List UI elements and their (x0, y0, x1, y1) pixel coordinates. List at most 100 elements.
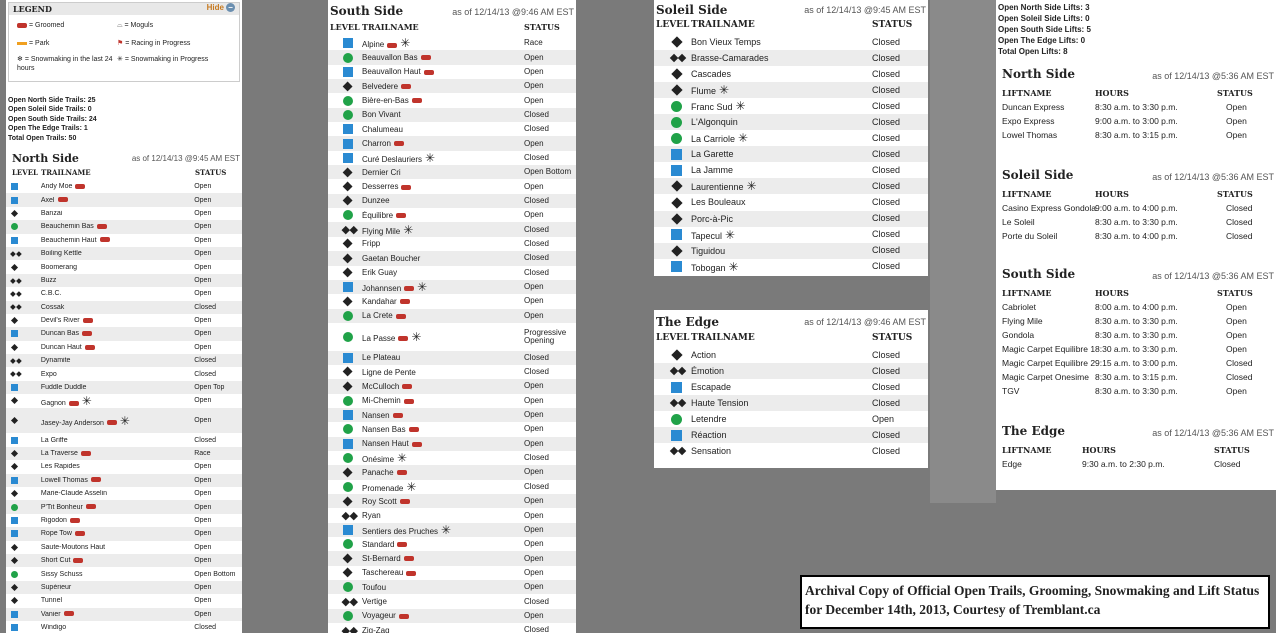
trail-row: Axel Open (6, 193, 242, 207)
trail-status: Open (524, 553, 544, 563)
lift-hours: 8:30 a.m. to 3:15 p.m. (1095, 130, 1178, 140)
trail-name: Desserres (362, 182, 524, 191)
trail-name: Sissy Schuss (40, 570, 83, 578)
level-cell (6, 330, 41, 338)
black-diamond-icon (342, 181, 354, 192)
green-circle-icon (343, 310, 353, 321)
level-cell (6, 416, 41, 425)
lift-name: Edge (1002, 459, 1022, 469)
level-cell (654, 68, 691, 80)
level-cell (328, 267, 362, 278)
trail-row: L'Algonquin Closed (654, 114, 928, 131)
trail-row: Escapade Closed (654, 379, 928, 395)
trail-name: Tiguidou (691, 245, 726, 256)
trail-name: Letendre (691, 414, 727, 424)
snowmaking-icon: ✳ (403, 223, 414, 236)
level-cell (6, 236, 41, 244)
trail-status: Open (194, 236, 212, 244)
black-diamond-icon (670, 212, 683, 225)
lift-header: LIFTNAME HOURS STATUS (1002, 445, 1250, 455)
black-diamond-icon (10, 317, 19, 325)
trail-row: Flume ✳ Closed (654, 82, 928, 99)
lift-hours: 8:30 a.m. to 3:30 p.m. (1095, 102, 1178, 112)
trail-status: Closed (872, 261, 901, 272)
level-cell (328, 52, 362, 63)
level-cell (6, 317, 41, 325)
groomed-icon (96, 224, 107, 230)
trail-name: Sensation (691, 446, 732, 456)
level-cell (328, 539, 362, 550)
trail-status: Open (194, 223, 212, 231)
snowmaking-icon: ✳ (117, 56, 123, 63)
trail-name: Le Plateau (362, 353, 401, 363)
snowmaking-icon: ✳ (735, 100, 746, 113)
legend-racing: ⚑ = Racing in Progress (117, 40, 191, 47)
trail-name: Vertige (362, 597, 387, 607)
lift-status: Open (1226, 302, 1247, 312)
trail-name: St-Bernard (362, 554, 524, 563)
black-diamond-icon (342, 366, 354, 378)
level-cell (6, 183, 41, 191)
trail-row: Lowell Thomas Open (6, 473, 242, 487)
lift-section-title: Soleil Side (1002, 168, 1074, 182)
trail-status: Closed (872, 349, 901, 360)
groomed-icon (68, 400, 79, 406)
trail-status: Closed (194, 303, 217, 311)
trail-name: Cascades (691, 69, 732, 80)
snowmaking-icon: ✳ (81, 394, 92, 407)
trail-name: Duncan Haut (41, 344, 194, 351)
trail-status: Open (524, 510, 544, 520)
snowmaking-icon: ✳ (441, 523, 452, 536)
trail-name: Action (691, 350, 717, 360)
trail-name: Belvedere (362, 82, 524, 91)
trail-name: Brasse-Camarades (691, 53, 769, 64)
trail-row: Nansen Open (328, 407, 576, 423)
trail-status: Open (194, 516, 212, 524)
lift-hours: 8:30 a.m. to 3:30 p.m. (1095, 330, 1178, 340)
trail-status: Open (524, 181, 544, 191)
trail-row: Devil's River Open (6, 314, 242, 327)
hide-legend-button[interactable]: Hide − (207, 3, 235, 12)
trail-name: Nansen (362, 411, 524, 420)
trail-name: Beauchemin Bas (41, 223, 194, 230)
south-side-asof: as of 12/14/13 @9:46 AM EST (452, 7, 574, 17)
trail-name: Gaetan Boucher (362, 253, 421, 263)
trail-row: Ryan Open (328, 508, 576, 522)
black-diamond-icon (342, 253, 354, 264)
trail-status: Open (524, 395, 544, 405)
blue-square-icon (343, 352, 353, 363)
trail-row: Dernier Cri Open Bottom (328, 165, 576, 180)
double-black-diamond-icon (10, 371, 22, 377)
trail-name: Marie-Claude Asselin (40, 490, 108, 498)
trail-status: Closed (524, 481, 549, 491)
trail-row: Sensation Closed (654, 443, 928, 459)
trail-row: Les Rapides Open (6, 460, 242, 473)
green-circle-icon (671, 413, 682, 425)
level-cell (328, 366, 362, 378)
trail-row: Marie-Claude Asselin Open (6, 487, 242, 500)
trail-name: Franc Sud ✳ (691, 100, 746, 113)
level-cell (6, 196, 41, 204)
trail-name: Nansen Haut (362, 439, 524, 448)
trail-status: Open Bottom (194, 570, 236, 578)
trail-status: Open (524, 410, 544, 420)
trail-name: Vanier (41, 611, 194, 618)
groomed-icon (387, 42, 398, 48)
trail-name: Haute Tension (691, 398, 749, 408)
groomed-icon (411, 441, 422, 447)
trail-row: Letendre Open (654, 411, 928, 427)
north-side-title: North Side (12, 152, 79, 165)
trail-name: Bon Vivant (362, 110, 401, 120)
trail-row: Franc Sud ✳ Closed (654, 98, 928, 114)
trail-status: Open (194, 490, 212, 498)
trail-status: Open (524, 296, 544, 306)
lift-hours: 8:30 a.m. to 3:30 p.m. (1095, 344, 1178, 354)
lift-row: Le Soleil 8:30 a.m. to 3:30 p.m. Closed (996, 215, 1276, 229)
trail-status: Open (524, 66, 544, 76)
trail-row: Chalumeau Closed (328, 122, 576, 136)
snowmaking-icon: ✳ (119, 414, 130, 427)
soleil-header: LEVEL TRAILNAME STATUS (656, 20, 913, 30)
groomed-icon (99, 237, 110, 243)
black-diamond-icon (342, 81, 354, 92)
trail-name: Curé Deslauriers ✳ (362, 151, 436, 164)
